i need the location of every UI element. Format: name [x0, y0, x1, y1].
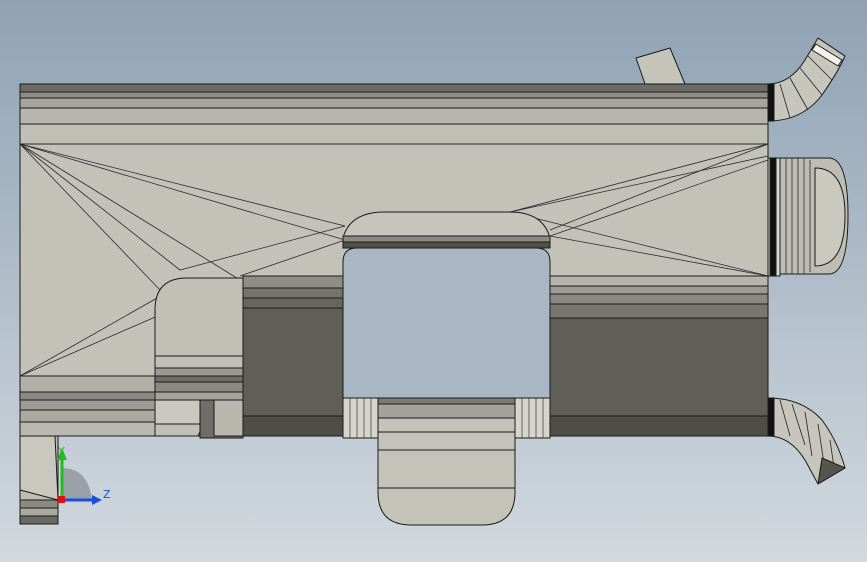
- left-foot-band-2: [19, 507, 59, 517]
- z-axis-label: Z: [103, 488, 111, 501]
- left-slot-band-4: [154, 391, 244, 401]
- lower-block-face: [213, 399, 244, 437]
- model-view[interactable]: Y Z: [0, 0, 867, 562]
- left-band-1: [19, 375, 156, 393]
- top-band-5: [19, 123, 769, 145]
- tongue-band-2: [377, 403, 516, 419]
- right-recess-top-4: [549, 303, 769, 319]
- left-foot-facet: [19, 435, 59, 501]
- window-arch-band-2: [342, 241, 551, 249]
- right-recess-top-1: [549, 275, 769, 287]
- right-recess-top-3: [549, 293, 769, 305]
- left-band-4: [19, 409, 156, 423]
- left-foot-band-3: [19, 515, 59, 525]
- rib-right: [514, 397, 551, 439]
- left-band-3: [19, 399, 156, 411]
- x-axis-dot: [58, 496, 65, 503]
- top-band-4: [19, 107, 769, 125]
- left-recess-bottom: [242, 415, 344, 437]
- left-slot-band-1: [154, 367, 244, 377]
- cad-viewport[interactable]: Y Z: [0, 0, 867, 562]
- top-band-2: [19, 91, 769, 99]
- left-band-2: [19, 391, 156, 401]
- upper-elbow-edge: [767, 83, 775, 122]
- window-arch-band-1: [342, 235, 551, 243]
- y-axis-label: Y: [57, 445, 65, 458]
- left-foot-band-1: [19, 499, 59, 509]
- rib-left: [342, 397, 379, 439]
- right-recess-bottom: [549, 415, 769, 437]
- top-band-1: [19, 83, 769, 93]
- left-recess-top-2: [242, 287, 344, 299]
- left-recess-top-1: [242, 275, 344, 289]
- left-recess-top-3: [242, 297, 344, 309]
- center-window: [342, 247, 551, 399]
- tongue-band-1: [377, 397, 516, 405]
- connector-edge: [769, 157, 777, 277]
- left-slot-band-3: [154, 381, 244, 393]
- top-band-3: [19, 97, 769, 109]
- left-band-5: [19, 421, 156, 437]
- right-recess-top-2: [549, 285, 769, 295]
- lower-elbow-edge: [767, 397, 775, 437]
- left-slot-band-2: [154, 375, 244, 383]
